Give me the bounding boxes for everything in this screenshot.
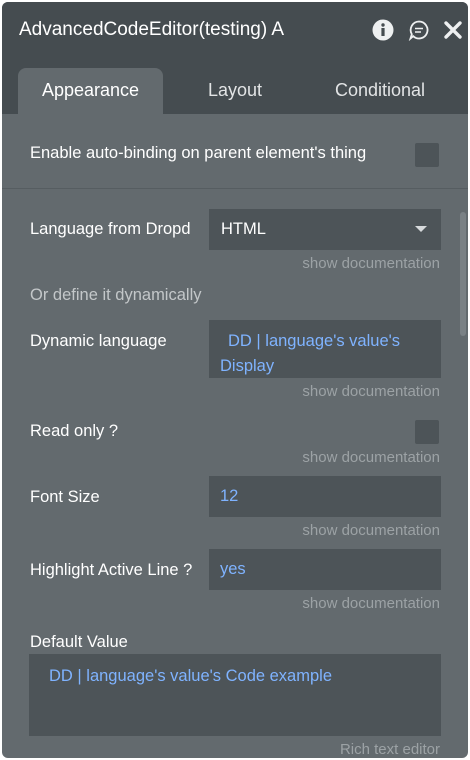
dynamic-language-label: Dynamic language bbox=[30, 332, 167, 350]
highlight-label: Highlight Active Line ? bbox=[30, 561, 193, 579]
language-label: Language from Dropd bbox=[30, 220, 191, 238]
element-title[interactable]: AdvancedCodeEditor(testing) A bbox=[19, 19, 284, 41]
tab-bar: Appearance Layout Conditional bbox=[2, 60, 468, 114]
rich-text-editor-hint: Rich text editor bbox=[339, 741, 440, 758]
highlight-doc-link[interactable]: show documentation bbox=[302, 595, 440, 612]
language-doc-link[interactable]: show documentation bbox=[302, 255, 440, 272]
language-dropdown-value: HTML bbox=[221, 220, 266, 238]
font-size-doc-link[interactable]: show documentation bbox=[302, 522, 440, 539]
autobinding-checkbox[interactable] bbox=[415, 143, 439, 167]
read-only-label: Read only ? bbox=[30, 422, 119, 440]
chevron-down-icon bbox=[415, 226, 427, 232]
comment-icon[interactable] bbox=[408, 19, 430, 42]
font-size-label: Font Size bbox=[30, 488, 100, 506]
default-value-expression[interactable]: DD | language's value's Code example bbox=[49, 667, 332, 686]
font-size-value: 12 bbox=[220, 487, 239, 505]
font-size-input[interactable]: 12 bbox=[209, 476, 441, 517]
autobinding-label: Enable auto-binding on parent element's … bbox=[30, 144, 367, 162]
scrollbar[interactable] bbox=[460, 212, 466, 336]
dynamic-language-doc-link[interactable]: show documentation bbox=[302, 383, 440, 400]
default-value-label: Default Value bbox=[30, 633, 128, 651]
dynamic-language-expression[interactable]: DD | language's value's Display bbox=[220, 329, 416, 379]
read-only-doc-link[interactable]: show documentation bbox=[302, 449, 440, 466]
define-dynamically-text: Or define it dynamically bbox=[30, 286, 202, 304]
title-bar[interactable]: AdvancedCodeEditor(testing) A bbox=[2, 2, 468, 60]
read-only-checkbox[interactable] bbox=[415, 420, 439, 444]
default-value-editor[interactable]: DD | language's value's Code example bbox=[29, 654, 441, 736]
close-icon[interactable] bbox=[442, 19, 464, 41]
section-divider bbox=[2, 188, 468, 189]
highlight-input[interactable]: yes bbox=[209, 549, 441, 590]
dynamic-language-input[interactable]: DD | language's value's Display bbox=[209, 320, 441, 378]
highlight-value: yes bbox=[220, 560, 246, 578]
language-dropdown[interactable]: HTML bbox=[209, 209, 441, 250]
info-icon[interactable] bbox=[372, 19, 394, 41]
tab-appearance[interactable]: Appearance bbox=[18, 68, 163, 114]
tab-layout[interactable]: Layout bbox=[177, 68, 293, 114]
tab-conditional[interactable]: Conditional bbox=[307, 68, 453, 114]
property-editor-panel: AdvancedCodeEditor(testing) A Appearance bbox=[2, 2, 468, 758]
